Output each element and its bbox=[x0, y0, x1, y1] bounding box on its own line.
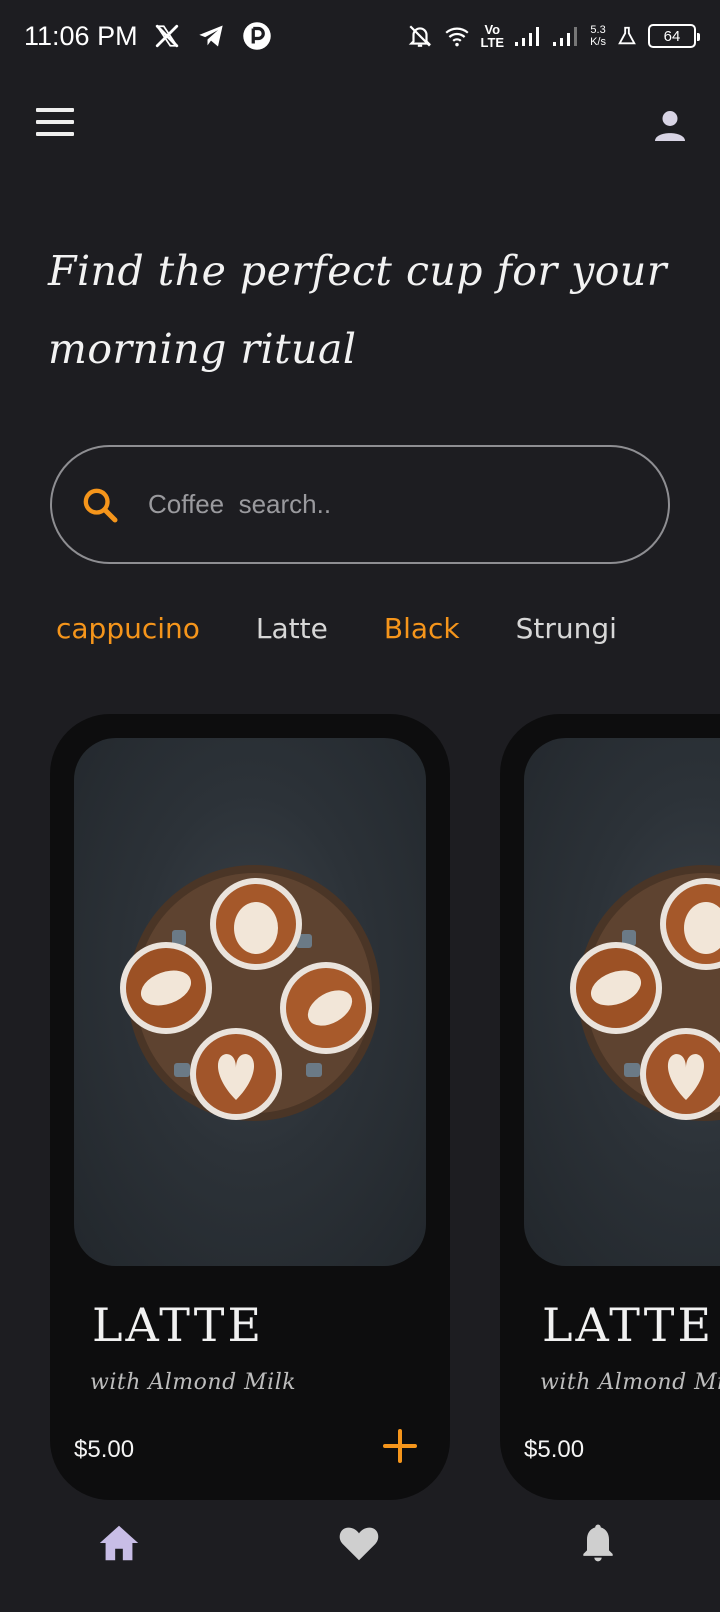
product-title: LATTE bbox=[542, 1298, 715, 1352]
page-headline: Find the perfect cup for your morning ri… bbox=[48, 232, 688, 388]
profile-button[interactable] bbox=[652, 108, 692, 148]
speed-unit: K/s bbox=[590, 36, 606, 48]
product-subtitle: with Almond Milk bbox=[90, 1370, 297, 1395]
product-image bbox=[524, 738, 720, 1266]
signal-icon-2 bbox=[553, 27, 578, 46]
product-price: $5.00 bbox=[74, 1436, 135, 1463]
bell-icon bbox=[583, 1524, 613, 1562]
search-icon bbox=[83, 488, 118, 522]
wifi-icon bbox=[444, 27, 469, 47]
product-price: $5.00 bbox=[524, 1436, 585, 1463]
status-bar: 11:06 PM Vo LTE 5.3 K/s 64 bbox=[0, 0, 720, 72]
search-bar[interactable] bbox=[50, 445, 670, 564]
product-title: LATTE bbox=[92, 1298, 265, 1352]
lte-indicator: Vo LTE bbox=[481, 23, 505, 49]
add-to-cart-button[interactable] bbox=[380, 1426, 420, 1466]
speed-value: 5.3 bbox=[590, 24, 606, 36]
product-image bbox=[74, 738, 426, 1266]
mute-bell-icon bbox=[408, 25, 431, 47]
coffee-cups-illustration bbox=[570, 865, 720, 1121]
net-speed: 5.3 K/s bbox=[590, 24, 606, 48]
bottom-navigation bbox=[0, 1510, 720, 1610]
heart-icon bbox=[339, 1527, 379, 1561]
coffee-cups-illustration bbox=[120, 865, 380, 1121]
menu-icon-line bbox=[36, 108, 74, 112]
menu-icon-line bbox=[36, 132, 74, 136]
product-card[interactable]: LATTE with Almond Milk $5.00 bbox=[500, 714, 720, 1500]
x-icon bbox=[155, 24, 178, 48]
flask-icon bbox=[618, 26, 636, 45]
menu-icon-line bbox=[36, 120, 74, 124]
headline-line1: Find the perfect cup for your bbox=[48, 247, 667, 295]
plus-icon bbox=[383, 1429, 417, 1463]
person-icon bbox=[655, 111, 685, 141]
category-tabs: cappucino Latte Black Strungi bbox=[56, 612, 617, 645]
battery-level: 64 bbox=[663, 27, 681, 45]
status-left: 11:06 PM bbox=[24, 21, 272, 52]
home-icon bbox=[99, 1525, 139, 1561]
telegram-icon bbox=[198, 25, 223, 47]
signal-icon-1 bbox=[515, 27, 540, 46]
category-strungi[interactable]: Strungi bbox=[516, 612, 617, 645]
nav-notifications[interactable] bbox=[576, 1520, 624, 1568]
search-input[interactable] bbox=[148, 489, 628, 520]
category-latte[interactable]: Latte bbox=[256, 612, 328, 645]
nav-home[interactable] bbox=[96, 1520, 144, 1568]
product-carousel[interactable]: LATTE with Almond Milk $5.00 LATTE with … bbox=[50, 714, 720, 1502]
product-subtitle: with Almond Milk bbox=[540, 1370, 720, 1395]
product-card[interactable]: LATTE with Almond Milk $5.00 bbox=[50, 714, 450, 1500]
headline-line2: morning ritual bbox=[48, 325, 357, 373]
battery-indicator: 64 bbox=[648, 24, 700, 48]
status-right: Vo LTE 5.3 K/s 64 bbox=[407, 23, 700, 49]
app-icon bbox=[242, 22, 271, 50]
lte-line2: LTE bbox=[480, 35, 505, 50]
menu-button[interactable] bbox=[36, 108, 76, 142]
category-cappucino[interactable]: cappucino bbox=[56, 612, 200, 645]
nav-favorites[interactable] bbox=[336, 1520, 384, 1568]
category-black[interactable]: Black bbox=[384, 612, 460, 645]
status-time: 11:06 PM bbox=[24, 20, 138, 51]
